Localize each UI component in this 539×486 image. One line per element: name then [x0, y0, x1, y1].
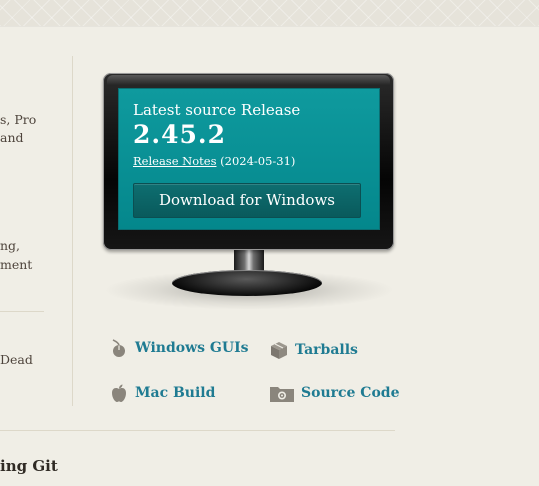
left-text-fragment: Dead	[0, 352, 33, 367]
source-code-folder-icon	[269, 383, 295, 403]
windows-guis-link[interactable]: Windows GUIs	[109, 338, 249, 358]
release-notes-link[interactable]: Release Notes	[133, 154, 216, 168]
left-text-fragment: ment	[0, 257, 33, 272]
tarballs-label: Tarballs	[295, 342, 358, 358]
mac-build-link[interactable]: Mac Build	[109, 383, 215, 403]
monitor-screen: Latest source Release 2.45.2 Release Not…	[118, 88, 380, 230]
monitor-base	[172, 270, 322, 296]
box-icon	[269, 340, 289, 360]
mouse-icon	[109, 338, 129, 358]
column-divider	[72, 56, 73, 406]
top-background-band	[0, 0, 539, 26]
release-title: Latest source Release	[133, 101, 301, 119]
apple-icon	[109, 383, 129, 403]
release-notes-line: Release Notes (2024-05-31)	[133, 154, 295, 168]
source-code-link[interactable]: Source Code	[269, 383, 400, 403]
section-divider	[0, 430, 395, 431]
download-windows-button[interactable]: Download for Windows	[133, 183, 361, 218]
left-divider	[0, 311, 44, 312]
left-text-fragment: ng,	[0, 238, 21, 253]
tarballs-link[interactable]: Tarballs	[269, 340, 358, 360]
release-date: (2024-05-31)	[220, 154, 296, 168]
release-version: 2.45.2	[133, 120, 226, 149]
mac-build-label: Mac Build	[135, 385, 216, 401]
windows-guis-label: Windows GUIs	[135, 340, 249, 356]
source-code-label: Source Code	[301, 385, 400, 401]
section-heading: ing Git	[0, 457, 58, 475]
left-text-fragment: s, Pro	[0, 112, 37, 127]
left-text-fragment: and	[0, 130, 24, 145]
